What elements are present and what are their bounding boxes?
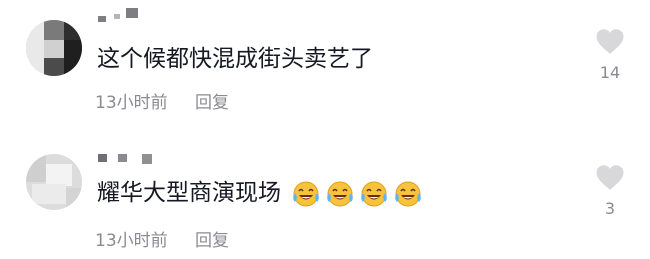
avatar[interactable]: [26, 20, 82, 76]
comment-text-body: 这个候都快混成街头卖艺了: [97, 46, 373, 72]
timestamp: 13小时前: [95, 231, 168, 251]
comment-text: 耀华大型商演现场: [97, 178, 422, 208]
comment-item: 耀华大型商演现场 13小时前 回复 3: [0, 138, 650, 258]
username[interactable]: [98, 148, 178, 166]
like-button[interactable]: 14: [592, 28, 628, 82]
username[interactable]: [98, 6, 178, 24]
laughing-crying-emoji: [361, 181, 388, 206]
reply-button[interactable]: 回复: [195, 231, 229, 251]
laughing-crying-emoji: [293, 181, 320, 206]
like-button[interactable]: 3: [592, 164, 628, 218]
comment-meta: 13小时前 回复: [95, 88, 229, 113]
like-count: 14: [599, 63, 621, 82]
like-count: 3: [604, 199, 616, 218]
comment-text-body: 耀华大型商演现场: [97, 180, 281, 206]
timestamp: 13小时前: [95, 93, 168, 113]
comment-item: 这个候都快混成街头卖艺了 13小时前 回复 14: [0, 0, 650, 120]
heart-icon[interactable]: [592, 28, 628, 55]
emoji-row: [292, 180, 422, 208]
reply-button[interactable]: 回复: [195, 93, 229, 113]
avatar[interactable]: [26, 154, 82, 210]
heart-icon[interactable]: [592, 164, 628, 191]
laughing-crying-emoji: [395, 181, 422, 206]
laughing-crying-emoji: [327, 181, 354, 206]
comment-meta: 13小时前 回复: [95, 226, 229, 251]
comment-text: 这个候都快混成街头卖艺了: [97, 44, 373, 74]
